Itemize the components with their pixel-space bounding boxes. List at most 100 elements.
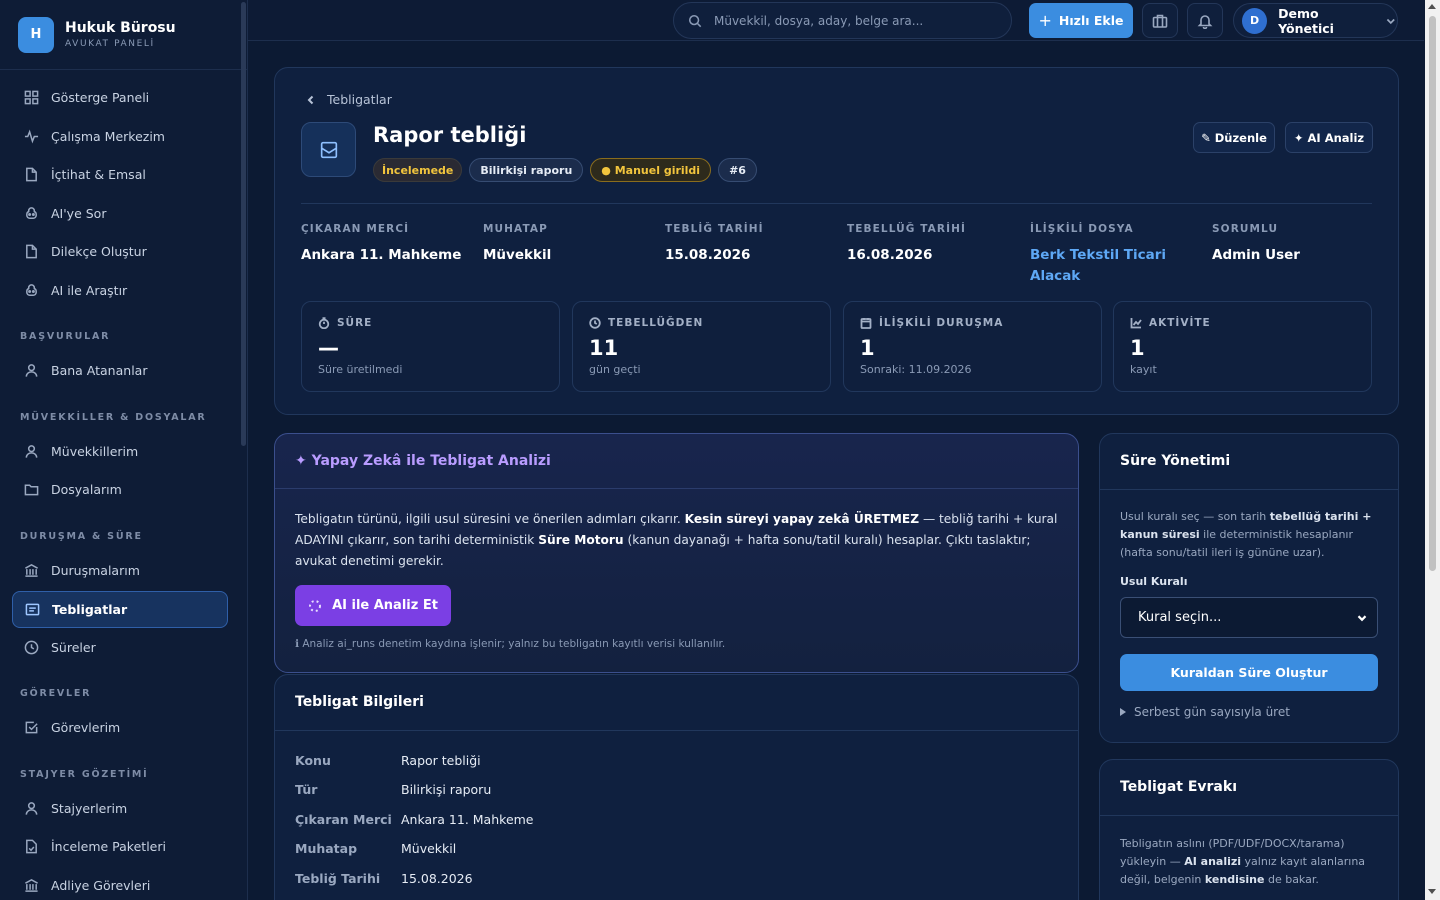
- scroll-thumb[interactable]: [1429, 16, 1436, 571]
- notification-info-card: Tebligat Bilgileri Konu Rapor tebliği Tür…: [274, 674, 1079, 900]
- stat-value: 11: [589, 336, 619, 360]
- sidebar-item-label: AI ile Araştır: [51, 283, 128, 298]
- stat-value: —: [318, 336, 339, 360]
- user-menu[interactable]: D Demo Yönetici: [1233, 3, 1398, 38]
- user-icon: [25, 445, 38, 458]
- sidebar-item-ask-ai[interactable]: AI'ye Sor: [12, 195, 228, 232]
- text-segment: Tebligatın türünü, ilgili usul süresini …: [295, 512, 685, 526]
- card-title: Süre Yönetimi: [1120, 453, 1231, 469]
- text-bold: kendisine: [1204, 873, 1265, 886]
- info-row: Tebliğ Tarihi 15.08.2026: [295, 871, 473, 886]
- info-value: Rapor tebliği: [401, 753, 481, 768]
- bell-icon: [1197, 14, 1213, 29]
- breadcrumb[interactable]: Tebligatlar: [305, 92, 392, 107]
- free-days-label: Serbest gün sayısıyla üret: [1134, 705, 1290, 719]
- rule-select-value: Kural seçin...: [1138, 610, 1222, 625]
- stat-key: AKTİVİTE: [1149, 317, 1211, 329]
- sidebar-item-interns[interactable]: Stajyerlerim: [12, 790, 228, 827]
- page-scrollbar[interactable]: [1425, 0, 1440, 900]
- activity-icon: [24, 129, 39, 144]
- sidebar-item-hearings[interactable]: Duruşmalarım: [12, 552, 228, 589]
- user-icon: [25, 364, 38, 377]
- create-deadline-button[interactable]: Kuraldan Süre Oluştur: [1120, 654, 1378, 691]
- info-row: Muhatap Müvekkil: [295, 841, 456, 856]
- chevron-left-icon: [307, 95, 314, 104]
- user-name: Demo Yönetici: [1278, 5, 1334, 36]
- sidebar-item-ai-research[interactable]: AI ile Araştır: [12, 272, 228, 309]
- sidebar-item-deadlines[interactable]: Süreler: [12, 629, 228, 666]
- meta-key: ÇIKARAN MERCİ: [301, 223, 410, 235]
- brand[interactable]: H Hukuk Bürosu AVUKAT PANELİ: [0, 0, 247, 70]
- chevron-down-icon: [1357, 614, 1367, 621]
- info-key: Tebliğ Tarihi: [295, 871, 381, 886]
- search-input[interactable]: [714, 13, 994, 28]
- sidebar-item-label: Bana Atananlar: [51, 363, 148, 378]
- deadline-description: Usul kuralı seç — son tarih tebellüğ tar…: [1120, 508, 1382, 562]
- plus-icon: +: [1038, 11, 1052, 30]
- notification-header-card: Tebligatlar Rapor tebliği İncelemede Bil…: [274, 67, 1399, 415]
- info-value: Ankara 11. Mahkeme: [401, 812, 534, 827]
- calendar-icon: [860, 318, 872, 329]
- sidebar-item-assigned[interactable]: Bana Atananlar: [12, 352, 228, 389]
- scroll-up-icon[interactable]: [1428, 4, 1436, 9]
- sidebar-item-court-tasks[interactable]: Adliye Görevleri: [12, 867, 228, 900]
- ai-analysis-panel: ✦ Yapay Zekâ ile Tebligat Analizi Teblig…: [274, 433, 1079, 673]
- briefcase-button[interactable]: [1142, 3, 1178, 38]
- sidebar-item-files[interactable]: Dosyalarım: [12, 471, 228, 508]
- sidebar-item-review-packages[interactable]: İnceleme Paketleri: [12, 828, 228, 865]
- text-bold: AI analizi: [1184, 855, 1242, 868]
- ai-analysis-button[interactable]: ✦ AI Analiz: [1285, 122, 1373, 153]
- free-days-toggle[interactable]: Serbest gün sayısıyla üret: [1120, 705, 1290, 719]
- sidebar-item-dashboard[interactable]: Gösterge Paneli: [12, 79, 228, 116]
- sidebar-item-petition[interactable]: Dilekçe Oluştur: [12, 233, 228, 270]
- clock-icon: [589, 317, 601, 329]
- nav-section-hearings: DURUŞMA & SÜRE: [20, 531, 143, 542]
- stat-since-receipt: TEBELLÜĞDEN 11 gün geçti: [572, 301, 831, 392]
- notifications-button[interactable]: [1187, 3, 1223, 38]
- sidebar: H Hukuk Bürosu AVUKAT PANELİ Gösterge Pa…: [0, 0, 248, 900]
- sidebar-item-clients[interactable]: Müvekkillerim: [12, 433, 228, 470]
- text-segment: Usul kuralı seç — son tarih: [1120, 510, 1270, 523]
- courthouse-icon: [25, 564, 38, 577]
- sidebar-item-label: Görevlerim: [51, 720, 121, 735]
- ai-icon: [26, 207, 37, 219]
- meta-value: Admin User: [1212, 247, 1300, 263]
- deadline-management-card: Süre Yönetimi Usul kuralı seç — son tari…: [1099, 433, 1399, 743]
- rule-select[interactable]: Kural seçin...: [1120, 597, 1378, 638]
- nav-section-clients: MÜVEKKİLLER & DOSYALAR: [20, 412, 207, 423]
- sidebar-item-label: İnceleme Paketleri: [51, 839, 166, 854]
- sidebar-item-label: Stajyerlerim: [51, 801, 128, 816]
- quick-add-button[interactable]: + Hızlı Ekle: [1029, 3, 1133, 38]
- divider: [1100, 489, 1398, 490]
- info-row: Tür Bilirkişi raporu: [295, 782, 491, 797]
- topbar: + Hızlı Ekle D Demo Yönetici: [248, 0, 1424, 41]
- file-icon: [26, 167, 37, 182]
- global-search[interactable]: [673, 2, 1012, 39]
- sidebar-item-label: Dilekçe Oluştur: [51, 244, 147, 259]
- sidebar-item-label: Adliye Görevleri: [51, 878, 151, 893]
- breadcrumb-label: Tebligatlar: [327, 92, 392, 107]
- source-badge: ● Manuel girildi: [590, 158, 712, 182]
- ai-icon: [26, 284, 37, 296]
- stat-sub: Sonraki: 11.09.2026: [860, 363, 972, 376]
- sidebar-item-case-law[interactable]: İçtihat & Emsal: [12, 156, 228, 193]
- related-file-link[interactable]: Berk Tekstil Ticari Alacak: [1030, 245, 1170, 287]
- sidebar-item-tasks[interactable]: Görevlerim: [12, 709, 228, 746]
- sidebar-scrollbar[interactable]: [241, 2, 246, 446]
- scroll-down-icon[interactable]: [1428, 889, 1436, 894]
- info-value: 15.08.2026: [401, 871, 473, 886]
- document-description: Tebligatın aslını (PDF/UDF/DOCX/tarama) …: [1120, 835, 1382, 889]
- meta-key: SORUMLU: [1212, 223, 1279, 235]
- info-value: Müvekkil: [401, 841, 457, 856]
- ai-note: ℹ Analiz ai_runs denetim kaydına işlenir…: [295, 638, 726, 650]
- ai-analyze-button[interactable]: AI ile Analiz Et: [295, 585, 451, 626]
- folder-icon: [24, 484, 39, 496]
- briefcase-icon: [1152, 14, 1168, 28]
- divider: [301, 203, 1372, 204]
- sidebar-item-notifications[interactable]: Tebligatlar: [12, 591, 228, 628]
- sidebar-item-workspace[interactable]: Çalışma Merkezim: [12, 118, 228, 155]
- meta-receipt-date: TEBELLÜĞ TARİHİ 16.08.2026: [847, 223, 1017, 266]
- chart-icon: [1130, 318, 1142, 329]
- edit-button[interactable]: ✎ Düzenle: [1193, 122, 1275, 153]
- meta-responsible: SORUMLU Admin User: [1212, 223, 1382, 266]
